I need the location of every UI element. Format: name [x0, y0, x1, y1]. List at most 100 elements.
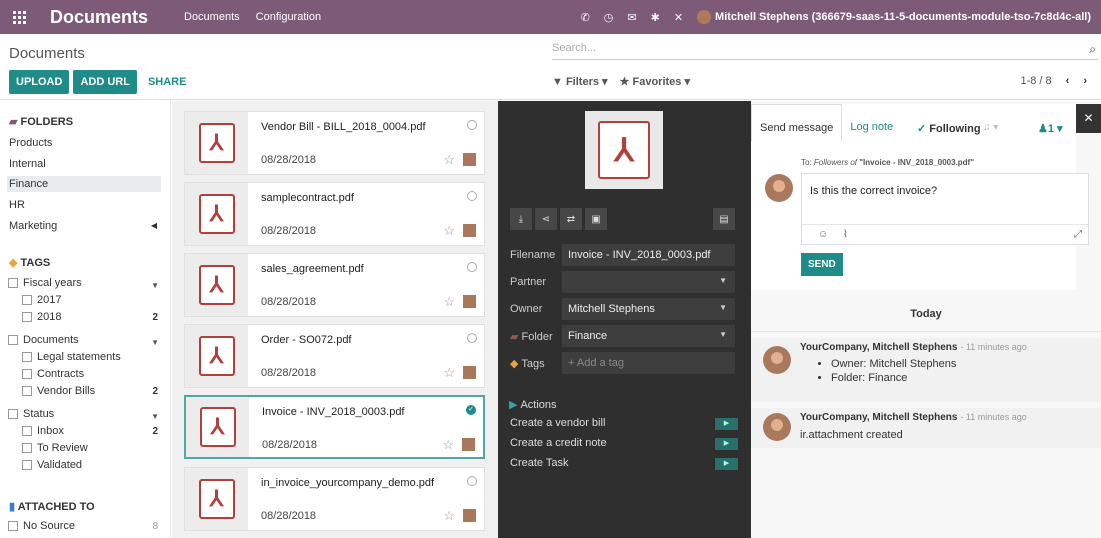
pager-previous-icon[interactable]: ‹	[1066, 75, 1070, 87]
checkbox[interactable]	[22, 312, 32, 322]
tag-item-contracts[interactable]: Contracts	[22, 368, 84, 380]
tab-log-note[interactable]: Log note	[842, 104, 901, 141]
filter-no-source[interactable]: No Source	[8, 520, 75, 532]
play-icon[interactable]: ▶	[715, 458, 738, 470]
share-button[interactable]: SHARE	[141, 70, 194, 94]
sidebar-item-marketing[interactable]: Marketing ◀	[7, 218, 161, 234]
document-card[interactable]: ⅄ samplecontract.pdf 08/28/2018 ☆	[184, 182, 485, 246]
download-icon[interactable]: ⤓	[510, 208, 532, 230]
search-input[interactable]: Search... ⌕	[552, 42, 1098, 60]
menu-documents[interactable]: Documents	[184, 11, 240, 23]
caret-down-icon[interactable]: ▼	[151, 281, 159, 290]
select-radio[interactable]	[467, 120, 477, 130]
sidebar-item-products[interactable]: Products	[7, 135, 161, 151]
share-icon[interactable]: ⋖	[535, 208, 557, 230]
caret-down-icon[interactable]: ▼	[151, 338, 159, 347]
checkbox[interactable]	[22, 369, 32, 379]
select-radio[interactable]	[467, 262, 477, 272]
star-icon[interactable]: ☆	[443, 223, 455, 239]
pager-next-icon[interactable]: ›	[1083, 75, 1087, 87]
expand-icon[interactable]: ⤢	[1074, 229, 1082, 240]
filename-field[interactable]: Invoice - INV_2018_0003.pdf	[562, 244, 735, 266]
star-icon[interactable]: ☆	[443, 508, 455, 524]
checkbox[interactable]	[22, 352, 32, 362]
phone-icon[interactable]: ✆	[581, 11, 590, 24]
replace-icon[interactable]: ⇄	[560, 208, 582, 230]
checkbox[interactable]	[8, 521, 18, 531]
menu-configuration[interactable]: Configuration	[256, 11, 321, 23]
checkbox[interactable]	[22, 386, 32, 396]
select-radio[interactable]	[467, 333, 477, 343]
star-icon[interactable]: ☆	[443, 152, 455, 168]
sidebar-item-hr[interactable]: HR	[7, 197, 161, 213]
archive-icon[interactable]: ▤	[713, 208, 735, 230]
action-create-task[interactable]: Create Task	[510, 457, 569, 469]
folder-select[interactable]: Finance ▼	[562, 325, 735, 347]
following-button[interactable]: ✓ Following	[917, 122, 981, 135]
tools-icon[interactable]: ✕	[674, 11, 683, 24]
document-card[interactable]: ⅄ sales_agreement.pdf 08/28/2018 ☆	[184, 253, 485, 317]
pager-value[interactable]: 1-8 / 8	[1020, 75, 1051, 87]
tag-item-2017[interactable]: 2017	[22, 294, 61, 306]
tag-item-legal-statements[interactable]: Legal statements	[22, 351, 121, 363]
favorites-dropdown[interactable]: ★ Favorites ▾	[620, 75, 690, 88]
tab-send-message[interactable]: Send message	[751, 104, 843, 141]
caret-left-icon[interactable]: ◀	[151, 218, 157, 234]
tag-group-fiscal-years[interactable]: Fiscal years	[8, 277, 82, 289]
message-composer[interactable]: Is this the correct invoice? ☺ ⌇ ⤢	[801, 173, 1089, 245]
document-card[interactable]: ⅄ in_invoice_yourcompany_demo.pdf 08/28/…	[184, 467, 485, 531]
document-card-selected[interactable]: ⅄ Invoice - INV_2018_0003.pdf 08/28/2018…	[184, 395, 485, 459]
checkbox[interactable]	[22, 426, 32, 436]
partner-select[interactable]: ▼	[562, 271, 735, 293]
action-create-vendor-bill[interactable]: Create a vendor bill	[510, 417, 605, 429]
tags-input[interactable]: + Add a tag	[562, 352, 735, 374]
tag-item-to-review[interactable]: To Review	[22, 442, 88, 454]
user-menu[interactable]: Mitchell Stephens (366679-saas-11-5-docu…	[697, 10, 1091, 24]
actions-title[interactable]: ▶ Actions	[509, 398, 557, 411]
checkbox[interactable]	[22, 460, 32, 470]
caret-down-icon[interactable]: ▼	[151, 412, 159, 421]
tag-item-inbox[interactable]: Inbox	[22, 425, 64, 437]
upload-button[interactable]: UPLOAD	[9, 70, 70, 94]
add-url-button[interactable]: ADD URL	[73, 70, 137, 94]
send-button[interactable]: SEND	[801, 253, 843, 276]
checkbox[interactable]	[22, 295, 32, 305]
checkbox[interactable]	[8, 278, 18, 288]
star-icon[interactable]: ☆	[443, 365, 455, 381]
action-create-credit-note[interactable]: Create a credit note	[510, 437, 607, 449]
apps-menu-icon[interactable]	[4, 0, 34, 34]
sidebar-item-internal[interactable]: Internal	[7, 156, 161, 172]
owner-select[interactable]: Mitchell Stephens ▼	[562, 298, 735, 320]
followers-button[interactable]: ♟1 ▾	[1038, 122, 1063, 135]
document-card[interactable]: ⅄ Order - SO072.pdf 08/28/2018 ☆	[184, 324, 485, 388]
bug-icon[interactable]: ✱	[651, 11, 660, 24]
emoji-icon[interactable]: ☺	[818, 229, 828, 240]
sidebar-item-finance[interactable]: Finance	[7, 176, 161, 192]
app-title: Documents	[50, 6, 149, 27]
star-icon[interactable]: ☆	[443, 294, 455, 310]
tag-item-validated[interactable]: Validated	[22, 459, 82, 471]
attachment-icon[interactable]: ⌇	[843, 229, 848, 240]
chat-icon[interactable]: ✉	[627, 11, 636, 24]
clock-icon[interactable]: ◷	[604, 11, 614, 24]
checkbox[interactable]	[22, 443, 32, 453]
star-icon[interactable]: ☆	[442, 437, 454, 453]
play-icon[interactable]: ▶	[715, 418, 738, 430]
checkbox[interactable]	[8, 335, 18, 345]
filters-dropdown[interactable]: ▼ Filters ▾	[552, 75, 608, 88]
lock-icon[interactable]: ▣	[585, 208, 607, 230]
select-radio[interactable]	[467, 476, 477, 486]
play-icon[interactable]: ▶	[715, 438, 738, 450]
search-icon[interactable]: ⌕	[1089, 42, 1096, 57]
close-icon[interactable]: ✕	[1076, 104, 1101, 133]
tag-group-documents[interactable]: Documents	[8, 334, 79, 346]
check-icon[interactable]: ✓	[466, 405, 476, 415]
bell-icon[interactable]: ♫ ▾	[983, 122, 998, 133]
select-radio[interactable]	[467, 191, 477, 201]
tag-item-2018[interactable]: 2018	[22, 311, 61, 323]
document-preview[interactable]: ⅄	[585, 111, 663, 189]
tag-item-vendor-bills[interactable]: Vendor Bills	[22, 385, 95, 397]
checkbox[interactable]	[8, 409, 18, 419]
document-card[interactable]: ⅄ Vendor Bill - BILL_2018_0004.pdf 08/28…	[184, 111, 485, 175]
tag-group-status[interactable]: Status	[8, 408, 54, 420]
